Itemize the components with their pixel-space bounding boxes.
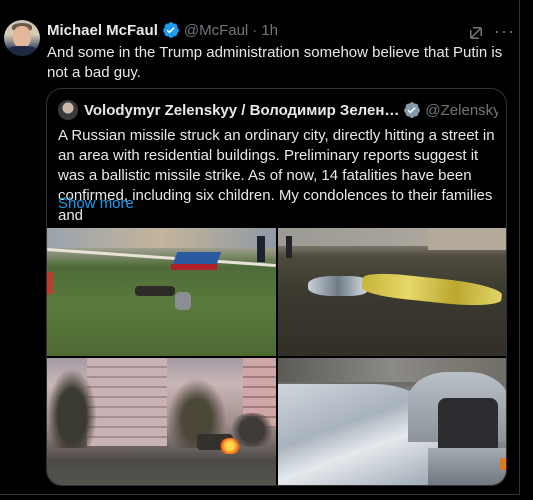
quote-author-avatar[interactable]	[58, 100, 78, 120]
quote-header: Volodymyr Zelenskyy / Володимир Зелен… @…	[58, 100, 498, 120]
separator-dot: ·	[252, 21, 258, 39]
quote-author-handle[interactable]: @Zelensky…	[425, 102, 498, 119]
grok-icon[interactable]	[467, 24, 485, 42]
author-handle[interactable]: @McFaul	[184, 22, 248, 39]
avatar-face	[13, 26, 31, 48]
author-avatar[interactable]	[4, 20, 40, 56]
verified-badge-icon	[162, 21, 180, 39]
quoted-tweet[interactable]: Volodymyr Zelenskyy / Володимир Зелен… @…	[46, 88, 507, 486]
author-name[interactable]: Michael McFaul	[47, 22, 158, 39]
tweet-text: And some in the Trump administration som…	[47, 44, 503, 81]
tweet-header: Michael McFaul @McFaul · 1h	[47, 21, 278, 39]
tweet-timestamp[interactable]: 1h	[261, 22, 278, 39]
media-photo-park[interactable]	[47, 228, 276, 356]
media-photo-damaged-car[interactable]	[278, 358, 506, 485]
show-more-link[interactable]: Show more	[58, 195, 134, 212]
avatar-suit	[6, 46, 38, 56]
media-grid	[47, 228, 506, 485]
media-photo-covered-bodies[interactable]	[278, 228, 506, 356]
more-icon[interactable]: ···	[494, 22, 515, 40]
quote-author-name[interactable]: Volodymyr Zelenskyy / Володимир Зелен…	[84, 102, 399, 119]
media-photo-burning-car[interactable]	[47, 358, 276, 485]
verified-gray-badge-icon	[403, 101, 421, 119]
